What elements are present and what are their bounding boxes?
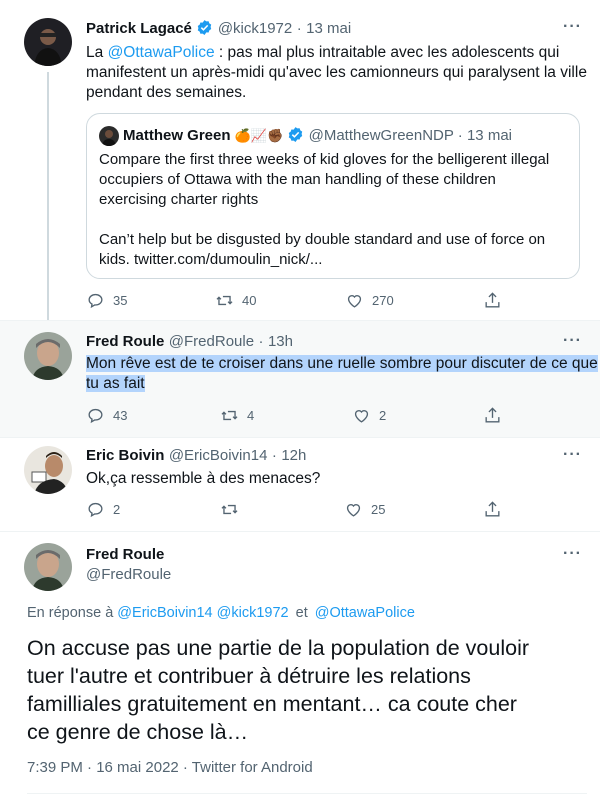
reply-button[interactable]: 35	[86, 291, 127, 310]
retweet-button[interactable]: 40	[215, 291, 256, 310]
tweet-timestamp[interactable]: 7:39 PM · 16 mai 2022 · Twitter for Andr…	[27, 759, 313, 776]
tweet-time[interactable]: 12h	[281, 447, 306, 464]
tweet-header: Patrick Lagacé @kick1972 · 13 mai	[86, 19, 351, 41]
thread-connector-line	[47, 72, 49, 320]
separator-dot: ·	[296, 20, 302, 37]
avatar[interactable]	[24, 446, 72, 494]
avatar[interactable]	[24, 332, 72, 380]
tweet-time[interactable]: 13h	[268, 333, 293, 350]
quoted-tweet-text: Compare the first three weeks of kid glo…	[99, 150, 574, 270]
like-count: 2	[379, 408, 387, 423]
more-options-icon[interactable]: ···	[563, 332, 582, 350]
retweet-count: 40	[242, 293, 257, 308]
quoted-author-name: Matthew Green	[123, 127, 231, 144]
quoted-tweet-header: Matthew Green 🍊📈✊🏾 @MatthewGreenNDP · 13…	[123, 126, 512, 147]
retweet-icon	[216, 295, 233, 306]
author-handle[interactable]: @FredRoule	[169, 333, 254, 350]
mention-link[interactable]: @OttawaPolice	[108, 44, 215, 61]
reply-count: 35	[113, 293, 128, 308]
tweet-text: Ok,ça ressemble à des menaces?	[86, 470, 321, 487]
retweet-icon	[221, 410, 238, 421]
text-segment: La	[86, 44, 108, 61]
author-name[interactable]: Fred Roule	[86, 333, 164, 350]
text-line: exercising charter rights	[99, 191, 259, 208]
tweet-time[interactable]: 13 mai	[306, 20, 351, 37]
retweet-button[interactable]: 4	[220, 406, 254, 425]
more-options-icon[interactable]: ···	[563, 18, 582, 36]
text-line: On accuse pas une partie de la populatio…	[27, 636, 530, 660]
text-line: occupiers of Ottawa with the man handlin…	[99, 171, 496, 188]
author-handle[interactable]: @FredRoule	[86, 566, 171, 583]
verified-badge-icon	[196, 19, 213, 41]
reply-prefix: En réponse à	[27, 605, 118, 621]
like-button[interactable]: 25	[344, 500, 385, 519]
text-line: Compare the first three weeks of kid glo…	[99, 151, 550, 168]
mention-link[interactable]: @kick1972	[217, 605, 289, 621]
reply-count: 2	[113, 502, 121, 517]
text-line: Can’t help but be disgusted by double st…	[99, 231, 546, 248]
text-line: ce genre de chose là…	[27, 720, 249, 744]
separator-dot: ·	[258, 333, 264, 350]
retweet-icon	[221, 504, 238, 515]
retweet-button[interactable]	[220, 500, 247, 519]
more-options-icon[interactable]: ···	[563, 545, 582, 563]
divider	[0, 437, 600, 438]
quoted-tweet-time: 13 mai	[466, 127, 512, 144]
share-icon	[485, 292, 500, 308]
like-count: 25	[371, 502, 386, 517]
text-segment: : pas mal plus intraitable avec les adol…	[214, 44, 560, 61]
avatar[interactable]	[24, 543, 72, 591]
quoted-avatar	[99, 126, 119, 146]
quoted-author-handle: @MatthewGreenNDP	[308, 127, 454, 144]
text-line: familliales gratuitement en mentant… ca …	[27, 692, 517, 716]
like-button[interactable]: 270	[345, 291, 394, 310]
author-name[interactable]: Patrick Lagacé	[86, 20, 192, 37]
text-line: pendant des semaines.	[86, 84, 247, 101]
retweet-count: 4	[247, 408, 255, 423]
reply-conjunction: et	[295, 605, 308, 621]
share-button[interactable]	[483, 291, 502, 310]
reply-button[interactable]: 2	[86, 500, 120, 519]
share-icon	[485, 501, 500, 517]
tweet-text: Mon rêve est de te croiser dans une ruel…	[86, 354, 598, 394]
text-line: manifestent un après-midi qu'avec les ca…	[86, 64, 587, 81]
like-button[interactable]: 2	[352, 406, 386, 425]
selected-text: tu as fait	[86, 375, 145, 392]
share-button[interactable]	[483, 406, 502, 425]
emoji-orange-chart-fist-icon: 🍊📈✊🏾	[234, 128, 284, 143]
text-line: kids. twitter.com/dumoulin_nick/...	[99, 251, 323, 268]
mention-link[interactable]: @EricBoivin14	[117, 605, 212, 621]
reply-count: 43	[113, 408, 128, 423]
verified-badge-icon	[287, 126, 304, 147]
mention-link[interactable]: @OttawaPolice	[315, 605, 415, 621]
tweet-header: Fred Roule @FredRoule · 13h	[86, 333, 293, 351]
share-icon	[485, 407, 500, 423]
divider	[0, 531, 600, 532]
divider	[27, 793, 587, 794]
separator-dot: ·	[271, 447, 277, 464]
author-handle[interactable]: @kick1972	[218, 20, 292, 37]
share-button[interactable]	[483, 500, 502, 519]
text-line: tuer l'autre et contribuer à détruire le…	[27, 664, 471, 688]
reply-icon	[88, 408, 103, 424]
heart-icon	[346, 504, 361, 517]
reply-icon	[88, 502, 103, 518]
main-tweet-text: On accuse pas une partie de la populatio…	[27, 634, 587, 746]
reply-button[interactable]: 43	[86, 406, 127, 425]
heart-icon	[354, 410, 369, 423]
avatar[interactable]	[24, 18, 72, 66]
more-options-icon[interactable]: ···	[563, 446, 582, 464]
author-name[interactable]: Eric Boivin	[86, 447, 164, 464]
author-name[interactable]: Fred Roule	[86, 546, 164, 563]
tweet-header: Eric Boivin @EricBoivin14 · 12h	[86, 447, 306, 465]
reply-context: En réponse à @EricBoivin14 @kick1972 et …	[27, 605, 415, 621]
like-count: 270	[372, 293, 394, 308]
selected-text: Mon rêve est de te croiser dans une ruel…	[86, 355, 598, 372]
tweet-text: La @OttawaPolice : pas mal plus intraita…	[86, 43, 587, 103]
author-handle[interactable]: @EricBoivin14	[169, 447, 268, 464]
heart-icon	[347, 295, 362, 308]
separator-dot: ·	[457, 127, 463, 144]
reply-icon	[88, 293, 103, 309]
